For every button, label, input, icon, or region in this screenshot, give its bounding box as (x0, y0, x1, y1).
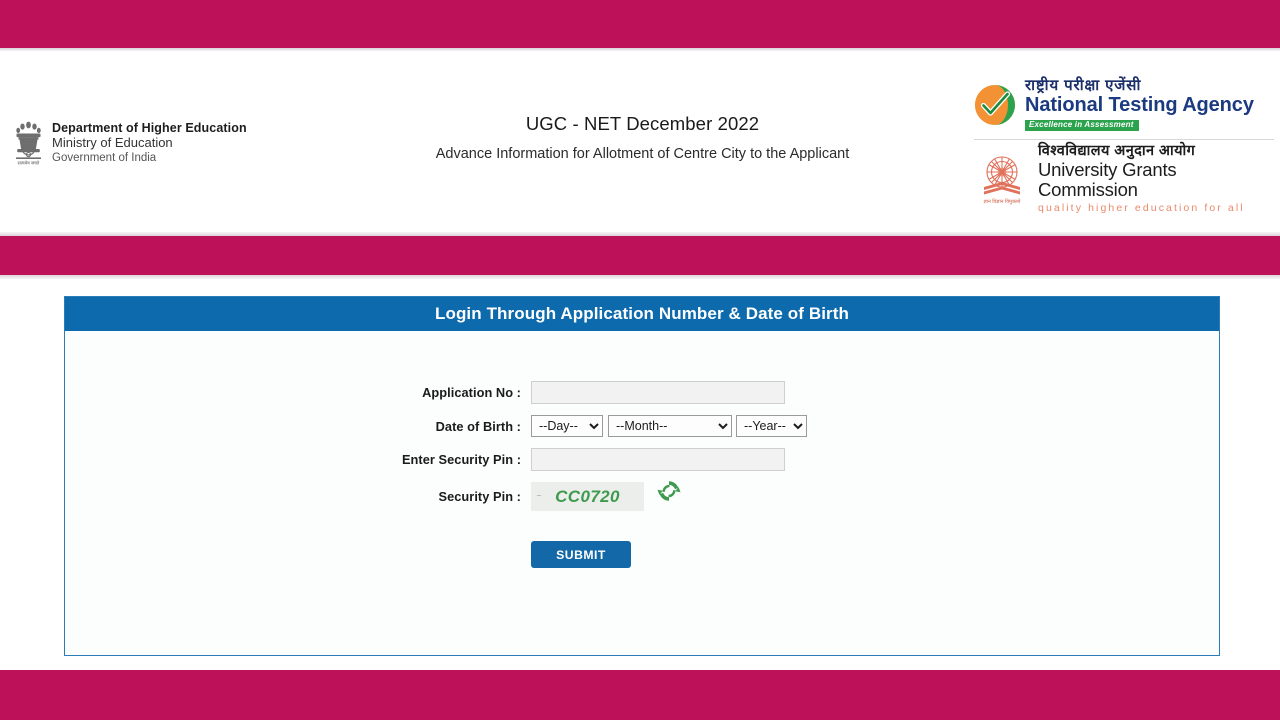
submit-row: SUBMIT (65, 541, 1219, 568)
dob-year-select[interactable]: --Year-- (736, 415, 807, 437)
captcha-image: CC0720 (531, 482, 644, 511)
exam-title-block: UGC - NET December 2022 Advance Informat… (330, 113, 955, 162)
dob-month-select[interactable]: --Month-- (608, 415, 732, 437)
dob-day-select[interactable]: --Day-- (531, 415, 603, 437)
security-pin-label: Security Pin : (438, 489, 521, 504)
nta-checkmark-icon (974, 84, 1016, 126)
ugc-english-name: University Grants Commission (1038, 159, 1177, 200)
nta-hindi-name: राष्ट्रीय परीक्षा एजेंसी (1025, 76, 1142, 94)
page-header: सत्यमेव जयते Department of Higher Educat… (0, 51, 1280, 232)
svg-text:ज्ञान विज्ञान विमुक्तये: ज्ञान विज्ञान विमुक्तये (984, 198, 1021, 205)
ugc-logo: ज्ञान विज्ञान विमुक्तये विश्वविद्यालय अन… (974, 143, 1274, 214)
dept-line-3: Government of India (52, 151, 157, 164)
submit-control: SUBMIT (531, 541, 631, 568)
top-color-band (0, 0, 1280, 48)
department-text: Department of Higher Education Ministry … (52, 121, 247, 164)
bottom-color-band (0, 670, 1280, 720)
ugc-hindi-name: विश्वविद्यालय अनुदान आयोग (1038, 143, 1196, 159)
security-pin-row: Security Pin : CC0720 (65, 480, 1219, 511)
mid-band-bottom-edge (0, 275, 1280, 279)
enter-security-pin-row: Enter Security Pin : (65, 448, 1219, 471)
ugc-emblem-icon: ज्ञान विज्ञान विमुक्तये (974, 151, 1030, 207)
dept-line-1: Department of Higher Education (52, 121, 247, 136)
enter-security-pin-label: Enter Security Pin : (401, 452, 521, 467)
department-branding: सत्यमेव जयते Department of Higher Educat… (12, 118, 247, 168)
mid-color-band (0, 236, 1280, 275)
refresh-icon (655, 480, 683, 508)
application-no-input[interactable] (531, 381, 785, 404)
page-subtitle: Advance Information for Allotment of Cen… (435, 146, 850, 162)
agency-logos: राष्ट्रीय परीक्षा एजेंसी National Testin… (974, 76, 1274, 214)
nta-tagline: Excellence in Assessment (1025, 120, 1139, 131)
nta-logo: राष्ट्रीय परीक्षा एजेंसी National Testin… (974, 76, 1274, 134)
ugc-tagline: quality higher education for all (1038, 201, 1245, 214)
enter-security-pin-control (531, 448, 785, 471)
security-pin-input[interactable] (531, 448, 785, 471)
application-no-row: Application No : (65, 381, 1219, 404)
state-emblem-icon: सत्यमेव जयते (12, 118, 45, 168)
svg-text:सत्यमेव जयते: सत्यमेव जयते (18, 161, 40, 166)
ugc-logo-text: विश्वविद्यालय अनुदान आयोग University Gra… (1038, 143, 1274, 214)
nta-english-name: National Testing Agency (1025, 93, 1254, 116)
submit-button[interactable]: SUBMIT (531, 541, 631, 568)
date-of-birth-row: Date of Birth : --Day-- --Month-- --Year… (65, 415, 1219, 437)
application-no-control (531, 381, 785, 404)
login-panel: Login Through Application Number & Date … (64, 296, 1220, 656)
login-panel-body: Application No : Date of Birth : --Day--… (65, 331, 1219, 655)
refresh-captcha-button[interactable] (655, 477, 683, 505)
date-of-birth-control: --Day-- --Month-- --Year-- (531, 415, 807, 437)
dept-line-2: Ministry of Education (52, 135, 173, 151)
login-panel-heading: Login Through Application Number & Date … (65, 297, 1219, 331)
logo-divider (974, 139, 1274, 140)
page-root: सत्यमेव जयते Department of Higher Educat… (0, 0, 1280, 720)
login-form: Application No : Date of Birth : --Day--… (65, 331, 1219, 579)
nta-logo-text: राष्ट्रीय परीक्षा एजेंसी National Testin… (1025, 78, 1254, 132)
date-of-birth-label: Date of Birth : (435, 418, 521, 434)
captcha-control: CC0720 (531, 480, 683, 511)
page-title: UGC - NET December 2022 (525, 113, 760, 134)
application-no-label: Application No : (422, 385, 521, 400)
